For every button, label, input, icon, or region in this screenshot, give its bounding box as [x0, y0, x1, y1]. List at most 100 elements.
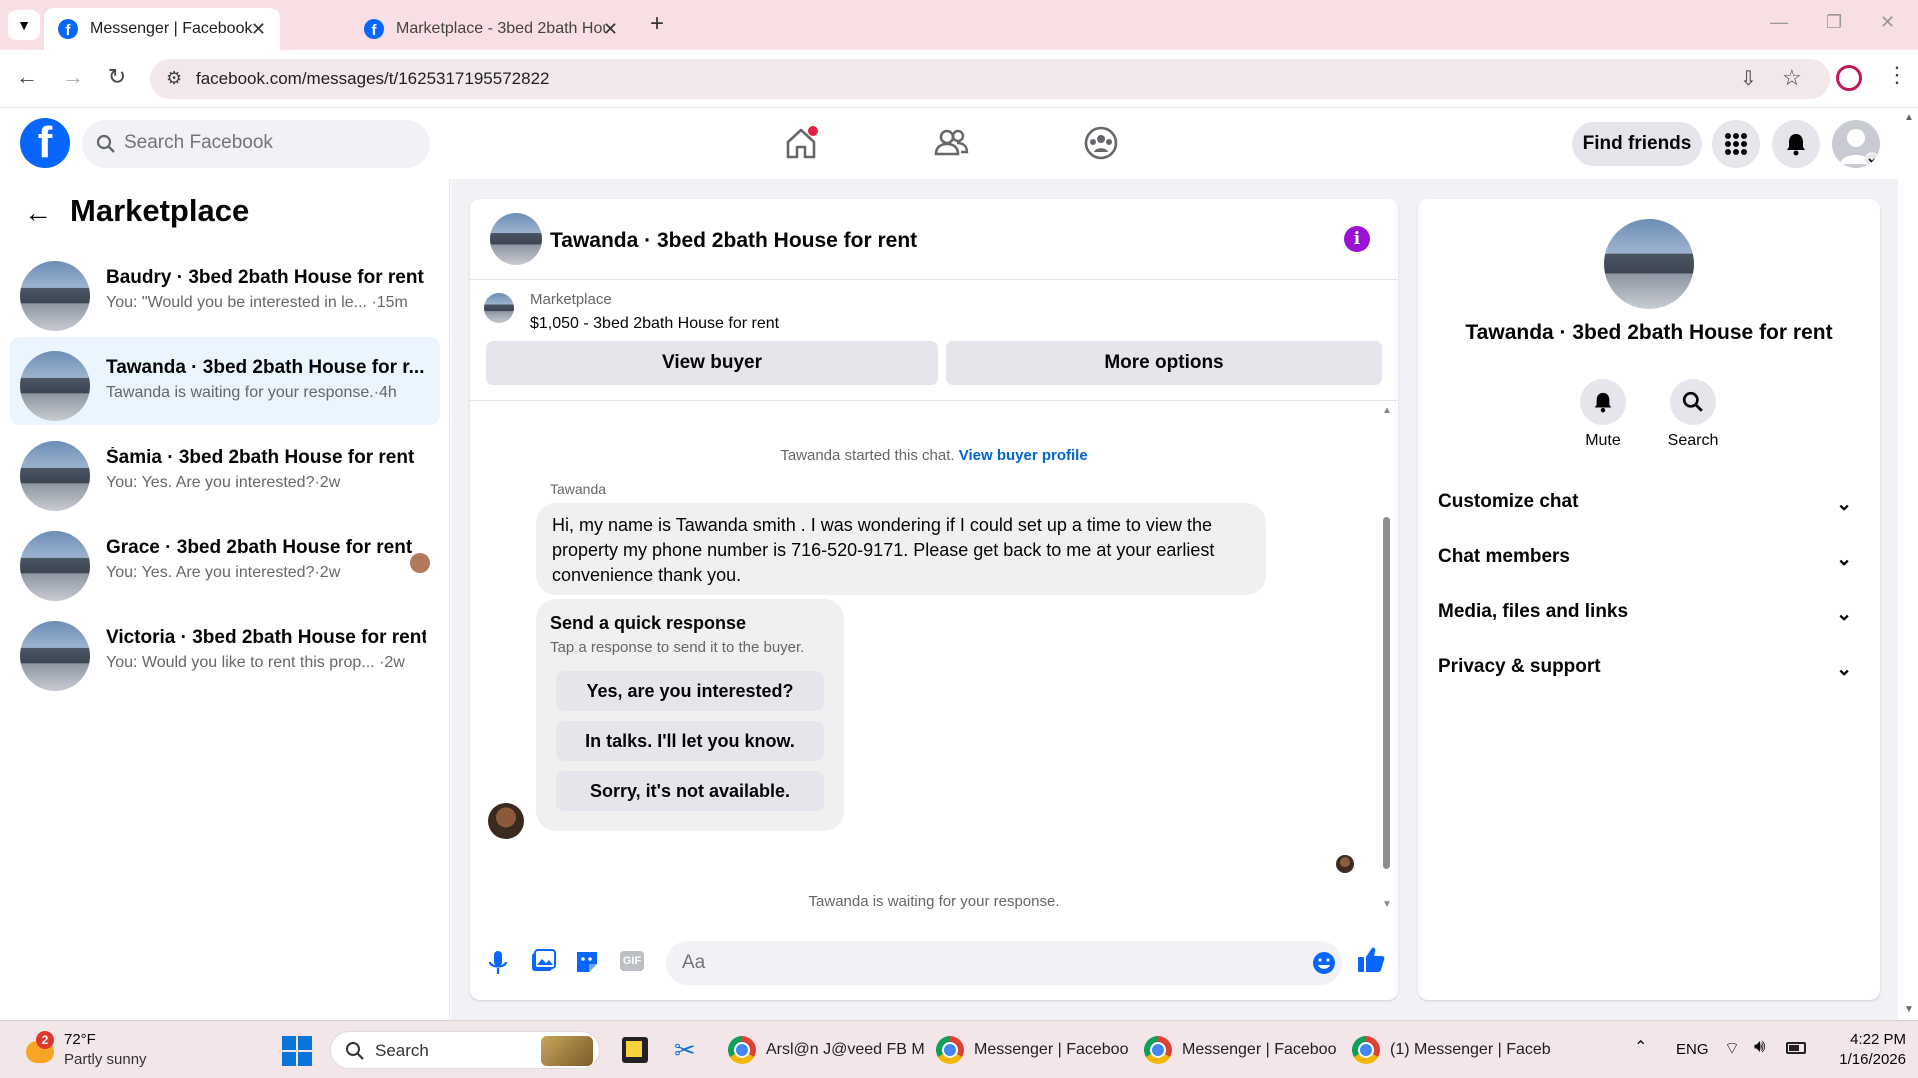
chat-scrollbar[interactable]: ▲ ▼ [1380, 405, 1392, 915]
sticky-notes-icon[interactable] [622, 1037, 648, 1063]
bell-icon [1594, 392, 1612, 413]
taskbar-app-chrome-3[interactable]: Messenger | Faceboo [1144, 1029, 1336, 1071]
message-bubble[interactable]: Hi, my name is Tawanda smith . I was won… [536, 503, 1266, 595]
message-composer: GIF [470, 929, 1398, 1000]
listing-label: Marketplace [530, 291, 612, 308]
details-avatar[interactable] [1604, 219, 1694, 309]
snipping-tool-icon[interactable]: ✂ [674, 1035, 696, 1066]
weather-widget[interactable]: 2 [22, 1031, 56, 1067]
restore-button[interactable]: ❐ [1826, 12, 1842, 33]
windows-taskbar: 2 72°F Partly sunny Search ✂ Arsl@n J@ve… [0, 1020, 1918, 1078]
page-scrollbar[interactable]: ▲ ▼ [1898, 108, 1918, 1020]
conversation-item[interactable]: Victoria · 3bed 2bath House for rent You… [10, 607, 440, 695]
conversation-item[interactable]: Śamia · 3bed 2bath House for rent You: Y… [10, 427, 440, 515]
thumbs-up-icon[interactable] [1356, 945, 1386, 975]
tab-title: Messenger | Facebook [90, 20, 253, 37]
bookmark-star-icon[interactable]: ☆ [1782, 65, 1802, 91]
waiting-notice: Tawanda is waiting for your response. [808, 893, 1060, 910]
mute-button[interactable] [1580, 379, 1626, 425]
customize-chat-section[interactable]: Customize chat ⌄ [1438, 491, 1868, 531]
groups-nav[interactable] [1076, 120, 1126, 166]
address-bar-row: ← → ↻ ⚙ facebook.com/messages/t/16253171… [0, 50, 1918, 108]
reload-button[interactable]: ↻ [102, 64, 132, 90]
conversation-preview: Tawanda is waiting for your response.·4h [106, 384, 397, 401]
photo-icon[interactable] [530, 949, 556, 975]
clock-date[interactable]: 1/16/2026 [1822, 1051, 1906, 1068]
listing-avatar [20, 621, 90, 691]
sender-avatar[interactable] [488, 803, 524, 839]
sticker-icon[interactable] [574, 949, 600, 975]
microphone-icon[interactable] [488, 949, 508, 977]
back-arrow-icon[interactable]: ← [24, 197, 52, 229]
quick-reply-in-talks[interactable]: In talks. I'll let you know. [556, 721, 824, 761]
search-input[interactable] [124, 132, 414, 154]
weather-desc[interactable]: Partly sunny [64, 1051, 147, 1068]
minimize-button[interactable]: — [1770, 12, 1788, 33]
privacy-support-section[interactable]: Privacy & support ⌄ [1438, 656, 1868, 696]
wifi-icon[interactable]: ⌔ [1724, 1038, 1740, 1059]
browser-menu-icon[interactable]: ⋮ [1886, 62, 1908, 88]
emoji-icon[interactable] [1312, 951, 1336, 975]
profile-icon[interactable] [1836, 65, 1862, 91]
menu-button[interactable] [1712, 120, 1760, 168]
tab-marketplace[interactable]: f Marketplace - 3bed 2bath Hou ✕ [350, 8, 632, 50]
windows-start-icon[interactable] [282, 1036, 312, 1066]
close-icon[interactable]: ✕ [251, 19, 266, 40]
info-icon[interactable]: i [1344, 226, 1370, 252]
chevron-down-icon: ⌄ [1836, 494, 1852, 515]
facebook-logo[interactable]: f [20, 118, 70, 168]
groups-icon [1084, 126, 1118, 160]
chat-title[interactable]: Tawanda · 3bed 2bath House for rent [550, 229, 917, 253]
chevron-up-icon[interactable]: ⌃ [1634, 1037, 1647, 1057]
scrollbar-thumb[interactable] [1383, 517, 1390, 869]
new-tab-button[interactable]: + [650, 10, 664, 38]
media-files-links-section[interactable]: Media, files and links ⌄ [1438, 601, 1868, 641]
clock-time[interactable]: 4:22 PM [1822, 1031, 1906, 1048]
facebook-search[interactable] [82, 120, 430, 168]
quick-reply-not-available[interactable]: Sorry, it's not available. [556, 771, 824, 811]
close-icon[interactable]: ✕ [603, 19, 618, 40]
account-avatar[interactable] [1832, 120, 1880, 168]
view-buyer-button[interactable]: View buyer [486, 341, 938, 385]
friends-nav[interactable] [926, 120, 976, 166]
view-buyer-profile-link[interactable]: View buyer profile [959, 447, 1088, 464]
taskbar-app-chrome-1[interactable]: Arsl@n J@veed FB M [728, 1029, 925, 1071]
conversation-item[interactable]: Grace · 3bed 2bath House for rent You: Y… [10, 517, 440, 605]
url-text[interactable]: facebook.com/messages/t/1625317195572822 [196, 69, 549, 89]
conversation-item[interactable]: Baudry · 3bed 2bath House for rent You: … [10, 247, 440, 335]
taskbar-search[interactable]: Search [330, 1031, 600, 1069]
chat-members-section[interactable]: Chat members ⌄ [1438, 546, 1868, 586]
listing-avatar [20, 351, 90, 421]
notifications-button[interactable] [1772, 120, 1820, 168]
gif-icon[interactable]: GIF [620, 951, 644, 971]
home-nav[interactable] [776, 120, 826, 166]
install-app-icon[interactable]: ⇩ [1740, 66, 1757, 91]
site-settings-icon[interactable]: ⚙ [166, 68, 182, 89]
taskbar-app-chrome-2[interactable]: Messenger | Faceboo [936, 1029, 1128, 1071]
chat-avatar[interactable] [490, 213, 542, 265]
search-chat-button[interactable] [1670, 379, 1716, 425]
quick-reply-yes[interactable]: Yes, are you interested? [556, 671, 824, 711]
taskbar-app-chrome-4[interactable]: (1) Messenger | Faceb [1352, 1029, 1551, 1071]
message-input-box[interactable] [666, 941, 1342, 985]
message-input[interactable] [682, 952, 1282, 974]
omnibox[interactable]: ⚙ facebook.com/messages/t/16253171955728… [150, 59, 1830, 99]
conversation-preview: You: Yes. Are you interested?·2w [106, 474, 341, 491]
forward-button[interactable]: → [58, 64, 88, 90]
tab-messenger[interactable]: f Messenger | Facebook ✕ [44, 8, 280, 50]
back-button[interactable]: ← [12, 64, 42, 90]
listing-title[interactable]: $1,050 - 3bed 2bath House for rent [530, 315, 779, 333]
weather-temp[interactable]: 72°F [64, 1031, 96, 1048]
language-indicator[interactable]: ENG [1676, 1041, 1709, 1058]
conversation-item-selected[interactable]: Tawanda · 3bed 2bath House for r... Tawa… [10, 337, 440, 425]
find-friends-button[interactable]: Find friends [1572, 122, 1702, 166]
more-options-button[interactable]: More options [946, 341, 1382, 385]
volume-icon[interactable]: 🔊︎ [1754, 1036, 1765, 1057]
facebook-header: f Find friends [0, 108, 1898, 179]
tab-search-button[interactable]: ▼ [8, 10, 40, 40]
browser-tab-bar: ▼ f Messenger | Facebook ✕ f Marketplace… [0, 0, 1918, 50]
battery-icon[interactable] [1786, 1042, 1806, 1054]
seen-avatar [410, 553, 430, 573]
listing-thumbnail[interactable] [484, 293, 514, 323]
close-window-button[interactable]: ✕ [1880, 12, 1895, 33]
